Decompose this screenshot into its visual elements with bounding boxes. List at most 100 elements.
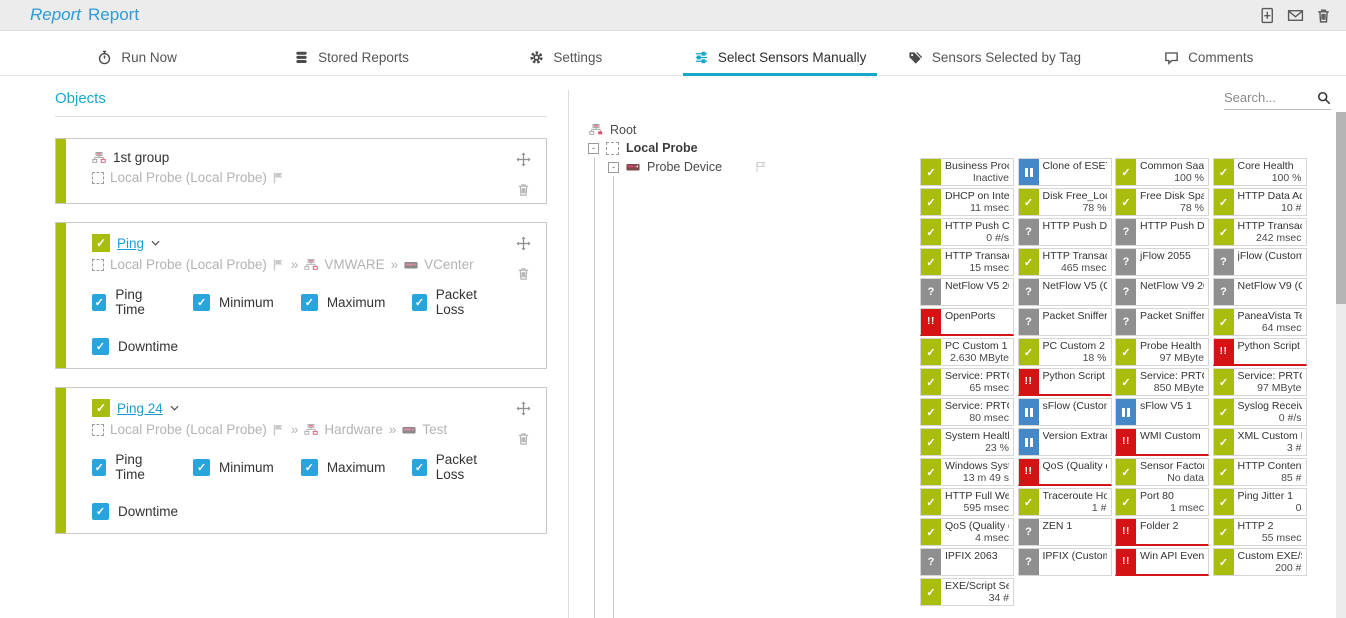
sensor-tile[interactable]: sFlow V5 1 [1115, 398, 1209, 426]
sensor-tile[interactable]: ✓Common SaaS...100 % [1115, 158, 1209, 186]
checkbox-maximum[interactable]: Maximum [301, 287, 386, 317]
sensor-tile[interactable]: ✓HTTP Content 185 # [1213, 458, 1307, 486]
sensor-tile[interactable]: Clone of ESET ... [1018, 158, 1112, 186]
sensor-tile[interactable]: ✓PC Custom 12.630 MByte [920, 338, 1014, 366]
tree-node-local-probe[interactable]: - Local Probe [588, 141, 698, 155]
sensor-tile[interactable]: ✓Syslog Receive...0 #/s [1213, 398, 1307, 426]
sensor-tile[interactable]: !!Python Script ... [1213, 338, 1307, 366]
sensor-tile[interactable]: ✓Business Proc...Inactive [920, 158, 1014, 186]
checkbox-downtime[interactable]: Downtime [92, 503, 178, 520]
checkbox-minimum[interactable]: Minimum [193, 452, 274, 482]
sensor-tile[interactable]: !!Python Script ... [1018, 368, 1112, 396]
sensor-tile[interactable]: ✓HTTP Full Web...595 msec [920, 488, 1014, 516]
move-handle-icon[interactable] [516, 236, 531, 251]
sensor-tile[interactable]: ?HTTP Push Da... [1018, 218, 1112, 246]
sensor-tile[interactable]: ?NetFlow V9 (C... [1213, 278, 1307, 306]
vertical-scrollbar[interactable] [1336, 112, 1346, 618]
checkbox-maximum[interactable]: Maximum [301, 452, 386, 482]
sensor-tile[interactable]: ✓HTTP Data Ad...10 # [1213, 188, 1307, 216]
trash-icon[interactable] [516, 266, 531, 281]
sensor-tile[interactable]: ?jFlow (Custom... [1213, 248, 1307, 276]
tree-collapse-icon[interactable]: - [608, 162, 619, 173]
checkbox-box[interactable] [92, 459, 106, 476]
export-report-icon[interactable] [1259, 7, 1276, 24]
checkbox-packet-loss[interactable]: Packet Loss [412, 452, 498, 482]
sensor-tile[interactable]: ?HTTP Push Da... [1115, 218, 1209, 246]
sensor-tile[interactable]: ✓HTTP Transact...465 msec [1018, 248, 1112, 276]
sensor-tile[interactable]: ✓HTTP Push Co...0 #/s [920, 218, 1014, 246]
sensor-link[interactable]: Ping [117, 236, 144, 251]
sensor-tile[interactable]: ✓PC Custom 218 % [1018, 338, 1112, 366]
checkbox-box[interactable] [301, 294, 318, 311]
sensor-tile[interactable]: ?NetFlow V5 20... [920, 278, 1014, 306]
checkbox-box[interactable] [193, 459, 210, 476]
sensor-tile[interactable]: !!OpenPorts [920, 308, 1014, 336]
sensor-tile[interactable]: ✓QoS (Quality of...4 msec [920, 518, 1014, 546]
sensor-tile[interactable]: Version Extract... [1018, 428, 1112, 456]
sensor-tile[interactable]: ✓Traceroute Ho...1 # [1018, 488, 1112, 516]
trash-icon[interactable] [516, 182, 531, 197]
sensor-tile[interactable]: ✓DHCP on Intel(...11 msec [920, 188, 1014, 216]
checkbox-downtime[interactable]: Downtime [92, 338, 178, 355]
sensor-tile[interactable]: !!WMI Custom S... [1115, 428, 1209, 456]
checkbox-box[interactable] [92, 503, 109, 520]
sensor-tile[interactable]: ✓HTTP 255 msec [1213, 518, 1307, 546]
sensor-tile[interactable]: ✓EXE/Script Sen...34 # [920, 578, 1014, 606]
sensor-tile[interactable]: ✓HTTP Transact...242 msec [1213, 218, 1307, 246]
trash-icon[interactable] [516, 431, 531, 446]
sensor-tile[interactable]: ?jFlow 2055 [1115, 248, 1209, 276]
sensor-tile[interactable]: sFlow (Custom... [1018, 398, 1112, 426]
sensor-tile[interactable]: ✓Core Health100 % [1213, 158, 1307, 186]
sensor-tile[interactable]: !!QoS (Quality of... [1018, 458, 1112, 486]
tree-node-probe-device[interactable]: - Probe Device [608, 160, 767, 174]
checkbox-box[interactable] [412, 294, 426, 311]
sensor-tile[interactable]: !!Win API Eventl... [1115, 548, 1209, 576]
sensor-tile[interactable]: ✓Free Disk Spac...78 % [1115, 188, 1209, 216]
tree-node-root[interactable]: Root [589, 123, 636, 137]
tree-collapse-icon[interactable]: - [588, 143, 599, 154]
sensor-tile[interactable]: ✓Ping Jitter 10 [1213, 488, 1307, 516]
sensor-tile[interactable]: ✓XML Custom E...3 # [1213, 428, 1307, 456]
checkbox-box[interactable] [92, 338, 109, 355]
sensor-tile[interactable]: ?NetFlow V9 20... [1115, 278, 1209, 306]
move-handle-icon[interactable] [516, 152, 531, 167]
sensor-tile[interactable]: ?IPFIX (Custom... [1018, 548, 1112, 576]
email-report-icon[interactable] [1287, 7, 1304, 24]
sensor-tile[interactable]: ✓Service: PRTG ...97 MByte [1213, 368, 1307, 396]
tab-settings[interactable]: Settings [459, 40, 673, 75]
sensor-tile[interactable]: ✓Custom EXE/S...200 # [1213, 548, 1307, 576]
sensor-link[interactable]: Ping 24 [117, 401, 163, 416]
tab-sensors-selected-by-tag[interactable]: Sensors Selected by Tag [887, 40, 1101, 75]
tab-stored-reports[interactable]: Stored Reports [244, 40, 458, 75]
tab-comments[interactable]: Comments [1102, 40, 1316, 75]
checkbox-minimum[interactable]: Minimum [193, 287, 274, 317]
tab-select-sensors-manually[interactable]: Select Sensors Manually [673, 40, 887, 75]
checkbox-box[interactable] [301, 459, 318, 476]
chevron-down-icon[interactable] [151, 240, 160, 246]
search-input[interactable] [1224, 90, 1308, 105]
checkbox-ping-time[interactable]: Ping Time [92, 287, 166, 317]
sensor-tile[interactable]: ✓Probe Health97 MByte [1115, 338, 1209, 366]
checkbox-box[interactable] [412, 459, 426, 476]
sensor-tile[interactable]: ✓Service: PRTG ...850 MByte [1115, 368, 1209, 396]
sensor-tile[interactable]: ✓Windows Syst...13 m 49 s [920, 458, 1014, 486]
sensor-tile[interactable]: ?ZEN 1 [1018, 518, 1112, 546]
sensor-tile[interactable]: !!Folder 2 [1115, 518, 1209, 546]
tab-run-now[interactable]: Run Now [30, 40, 244, 75]
sensor-tile[interactable]: ✓PaneaVista Te...64 msec [1213, 308, 1307, 336]
sensor-tile[interactable]: ?Packet Sniffer 1 [1018, 308, 1112, 336]
sensor-tile[interactable]: ✓System Health23 % [920, 428, 1014, 456]
sensor-tile[interactable]: ?Packet Sniffer 2 [1115, 308, 1209, 336]
chevron-down-icon[interactable] [170, 405, 179, 411]
checkbox-ping-time[interactable]: Ping Time [92, 452, 166, 482]
checkbox-packet-loss[interactable]: Packet Loss [412, 287, 498, 317]
sensor-tile[interactable]: ?NetFlow V5 (C... [1018, 278, 1112, 306]
move-handle-icon[interactable] [516, 401, 531, 416]
sensor-tile[interactable]: ✓Service: PRTG ...80 msec [920, 398, 1014, 426]
checkbox-box[interactable] [193, 294, 210, 311]
checkbox-box[interactable] [92, 294, 106, 311]
scrollbar-thumb[interactable] [1336, 112, 1346, 304]
sensor-tile[interactable]: ✓HTTP Transact...15 msec [920, 248, 1014, 276]
sensor-tile[interactable]: ✓Sensor Factory...No data [1115, 458, 1209, 486]
sensor-tile[interactable]: ✓Port 801 msec [1115, 488, 1209, 516]
